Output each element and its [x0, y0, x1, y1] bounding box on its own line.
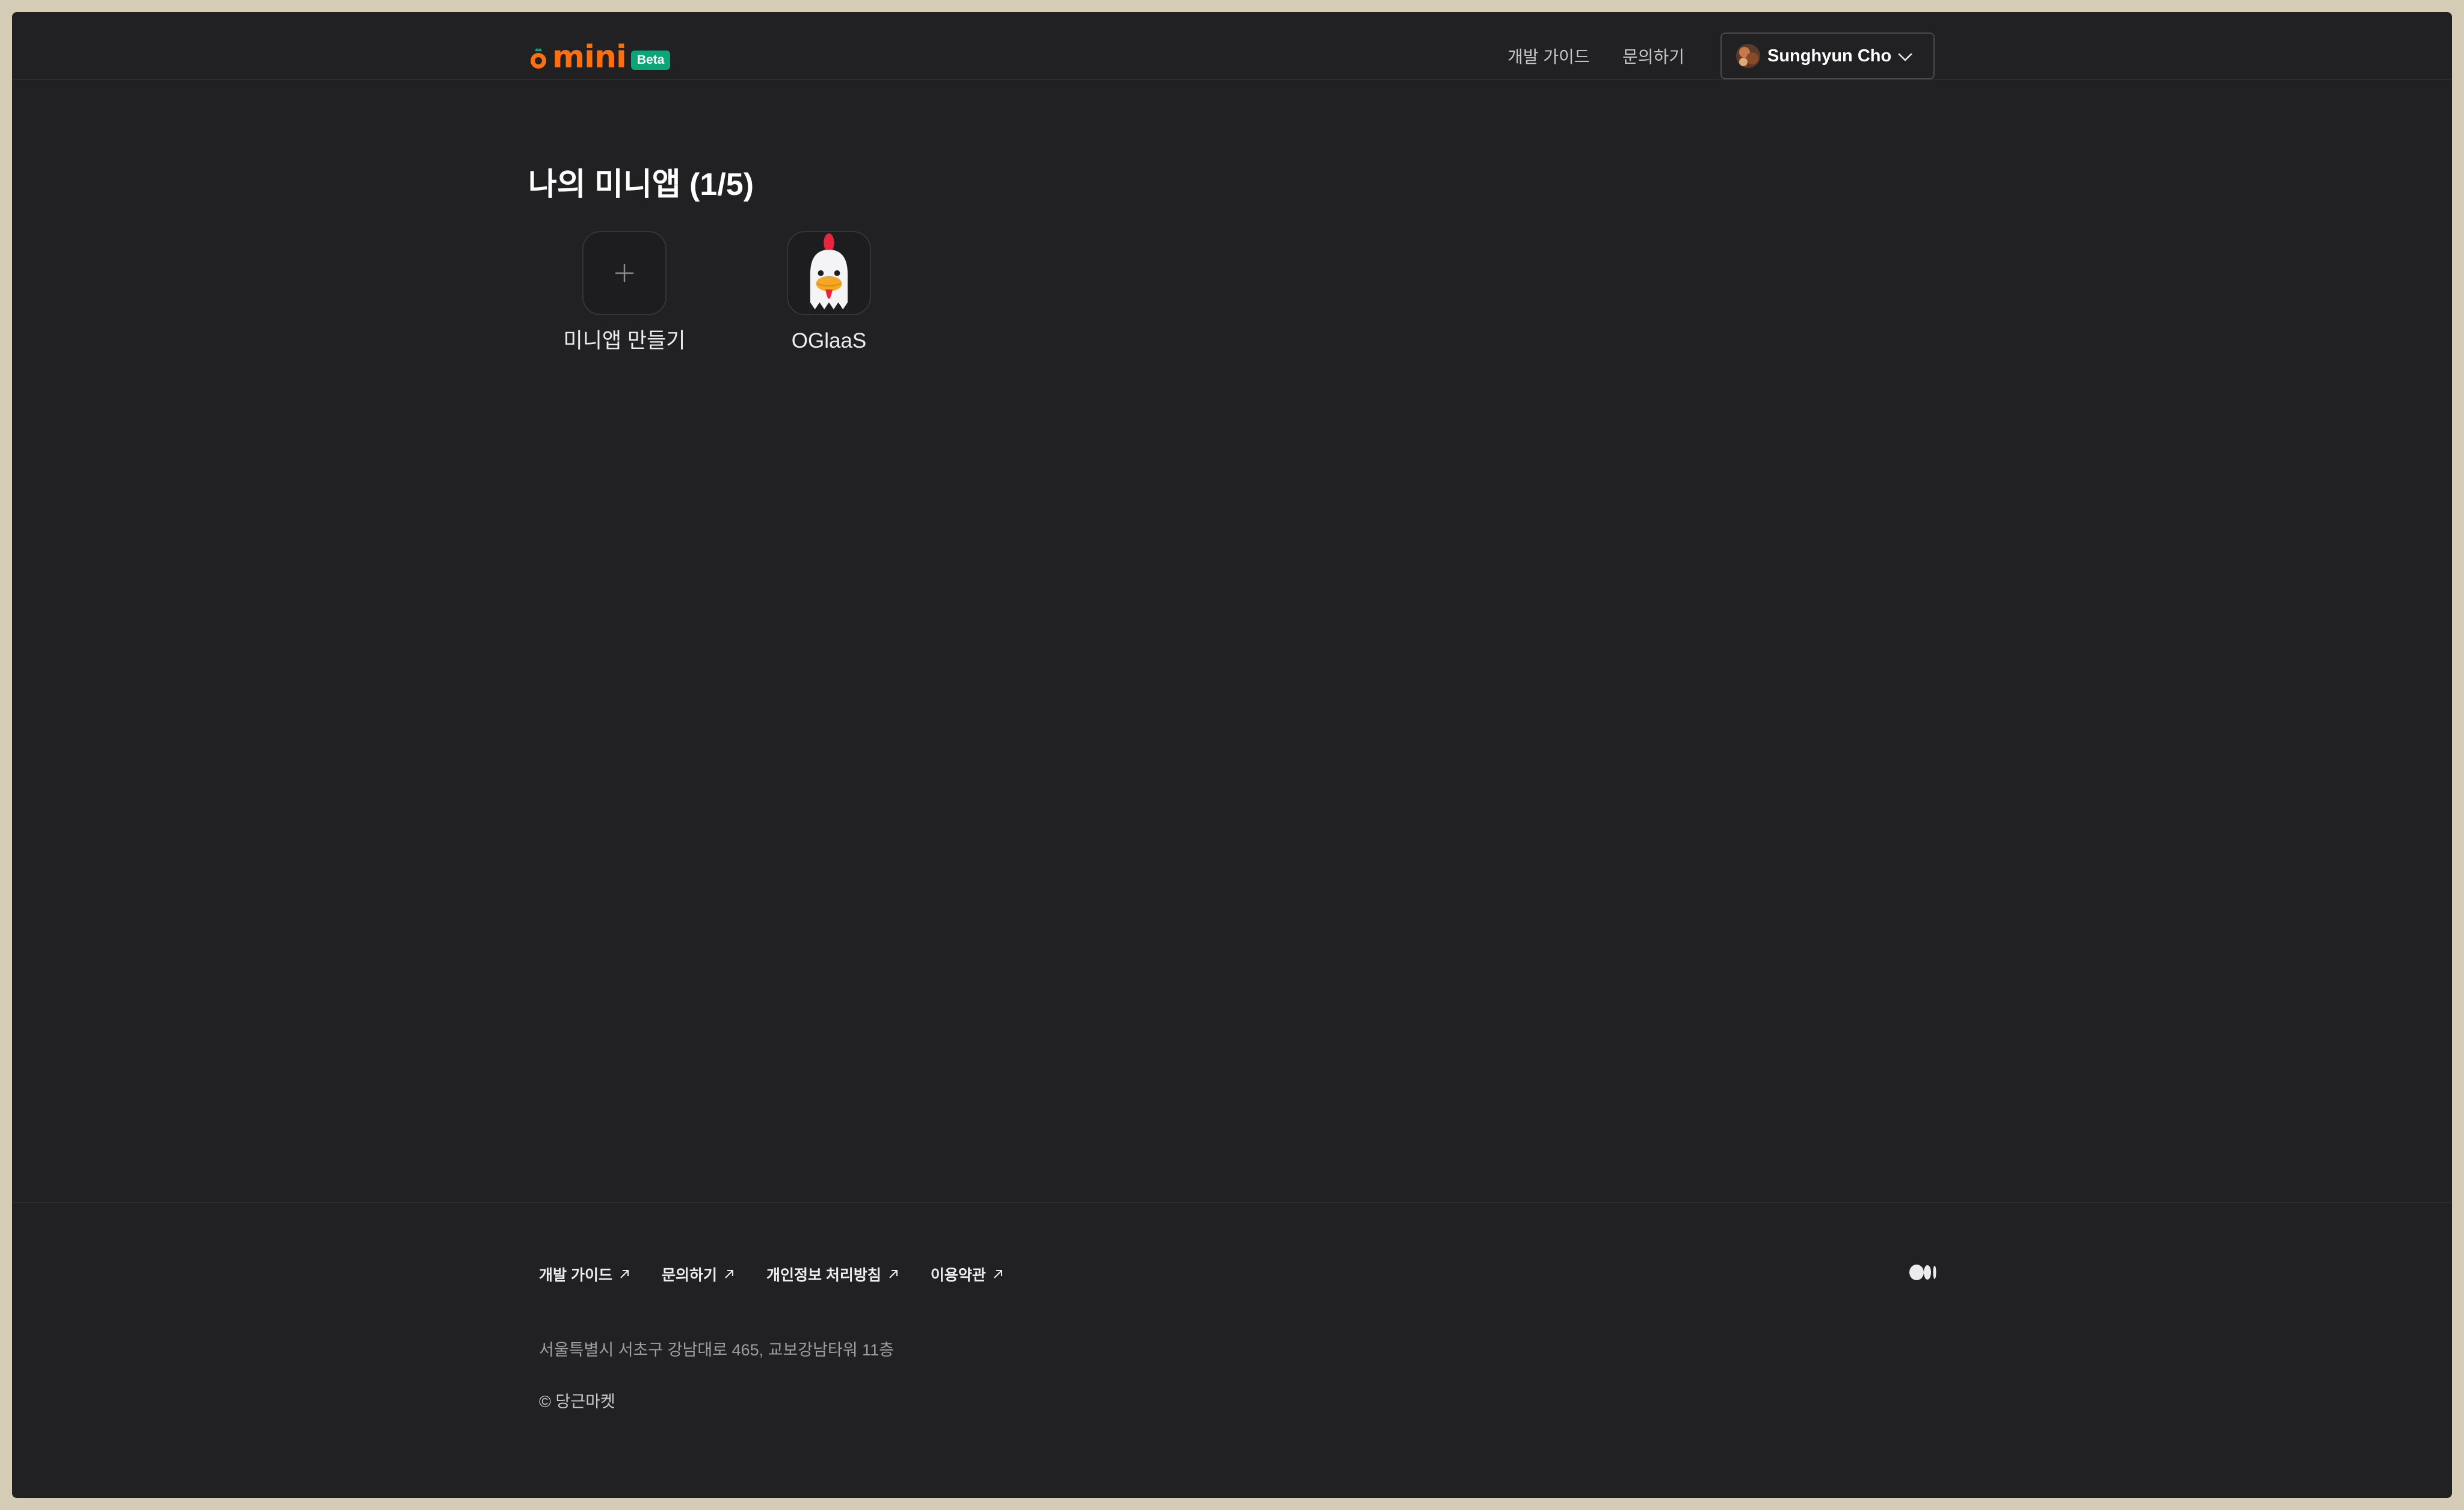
oglaas-app-icon-box [787, 231, 871, 315]
nav-contact-link[interactable]: 문의하기 [1622, 45, 1684, 69]
chicken-icon [810, 233, 848, 314]
footer-link-label: 개인정보 처리방침 [766, 1267, 881, 1284]
carrot-logo-icon [531, 48, 546, 69]
footer-link-terms[interactable]: 이용약관 [931, 1263, 1004, 1285]
footer-link-dev-guide[interactable]: 개발 가이드 [539, 1263, 630, 1285]
user-menu-button[interactable]: Sunghyun Cho [1720, 32, 1935, 79]
user-name: Sunghyun Cho [1767, 46, 1892, 66]
footer-link-contact[interactable]: 문의하기 [662, 1263, 735, 1285]
browser-window: mini Beta 개발 가이드 문의하기 Sunghyun Cho 나의 미니… [12, 12, 2452, 1498]
miniapp-oglaas[interactable]: OGlaaS [763, 231, 895, 355]
logo[interactable]: mini Beta [528, 39, 671, 75]
footer-link-label: 이용약관 [930, 1267, 986, 1284]
footer: 개발 가이드 문의하기 개인정보 처리방침 이용약관 서울특별시 서초구 강남대… [12, 1202, 2452, 1498]
external-link-icon [620, 1270, 629, 1278]
footer-link-privacy-policy[interactable]: 개인정보 처리방침 [766, 1263, 899, 1285]
create-miniapp-icon-box [582, 231, 667, 315]
create-miniapp-button[interactable]: 미니앱 만들기 [558, 231, 691, 355]
page-title: 나의 미니앱 (1/5) [528, 167, 754, 202]
chevron-down-icon [1898, 53, 1912, 61]
footer-link-label: 개발 가이드 [539, 1267, 612, 1284]
oglaas-app-label: OGlaaS [791, 329, 867, 353]
external-link-icon [994, 1270, 1002, 1278]
medium-icon[interactable] [1909, 1263, 1937, 1281]
copyright: © 당근마켓 [539, 1393, 615, 1411]
beta-badge: Beta [630, 51, 671, 70]
footer-link-label: 문의하기 [661, 1267, 717, 1284]
create-miniapp-label: 미니앱 만들기 [563, 329, 686, 353]
footer-links: 개발 가이드 문의하기 개인정보 처리방침 이용약관 [539, 1263, 1035, 1285]
top-header: mini Beta 개발 가이드 문의하기 Sunghyun Cho [12, 12, 2452, 80]
company-address: 서울특별시 서초구 강남대로 465, 교보강남타워 11층 [539, 1341, 895, 1359]
logo-text: mini [552, 39, 627, 75]
nav-dev-guide-link[interactable]: 개발 가이드 [1508, 45, 1590, 69]
plus-icon [615, 263, 634, 283]
external-link-icon [725, 1270, 733, 1278]
external-link-icon [889, 1270, 898, 1278]
avatar [1736, 44, 1760, 68]
